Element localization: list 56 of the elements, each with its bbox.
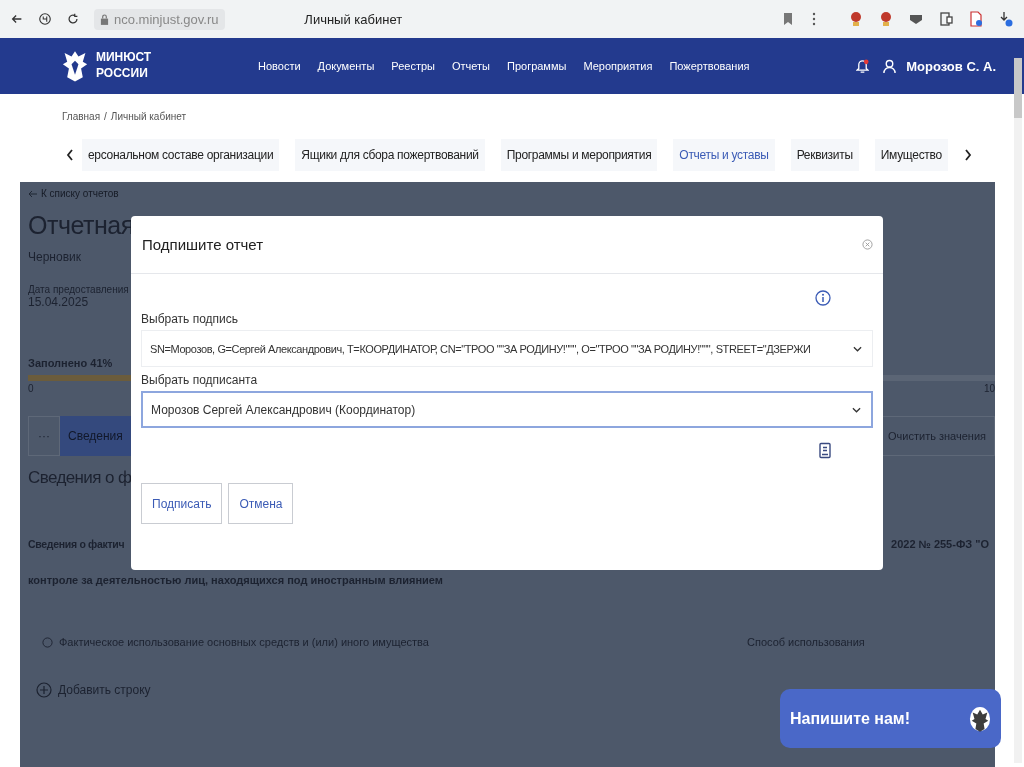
reload-icon[interactable] (66, 12, 80, 26)
chat-button[interactable]: Напишите нам! (780, 689, 1001, 748)
bell-icon[interactable] (856, 58, 870, 74)
info-icon[interactable] (815, 290, 831, 306)
section-tab[interactable]: Отчеты и уставы (673, 139, 775, 171)
field-label: Выбрать подписанта (141, 373, 259, 387)
section-heading: Сведения о ф (28, 468, 132, 488)
nav-link[interactable]: Реестры (391, 60, 435, 72)
emblem-icon (969, 705, 991, 732)
dialog-button[interactable]: Отмена (228, 483, 294, 524)
description-text: Сведения о фактич (28, 538, 125, 550)
download-icon[interactable] (998, 11, 1014, 27)
logo-text: МИНЮСТ (96, 50, 152, 66)
breadcrumb-link[interactable]: Личный кабинет (110, 111, 187, 128)
chevron-right-icon[interactable] (963, 149, 972, 161)
extension-icon[interactable] (878, 11, 894, 27)
chevron-left-icon[interactable] (66, 149, 74, 161)
caret-icon (853, 345, 862, 352)
nav-link[interactable]: Новости (258, 60, 301, 72)
progress-label: Заполнено 41% (28, 357, 113, 369)
dialog-button[interactable]: Подписать (141, 483, 223, 524)
date-value: 15.04.2025 (28, 295, 89, 309)
field-label: Выбрать подпись (141, 312, 240, 326)
user-icon[interactable] (883, 58, 897, 74)
nav-link[interactable]: Документы (317, 60, 375, 72)
description-text: контроле за деятельностью лиц, находящихся под иностранным влиянием (28, 574, 444, 586)
status-text: Черновик (28, 250, 81, 264)
extension-icon[interactable] (938, 11, 954, 27)
plus-icon (36, 682, 52, 698)
date-label: Дата предоставления (28, 284, 129, 295)
select-field[interactable]: Морозов Сергей Александрович (Координатор) (141, 391, 873, 428)
user-name[interactable]: Морозов С. А. (906, 58, 996, 74)
section-tab[interactable]: ерсональном составе организации (82, 139, 280, 171)
select-field[interactable]: SN=Морозов, G=Сергей Александрович, T=КООРДИНАТОР, CN="ТРОО ""ЗА РОДИНУ!""", O="ТРОО ""ЗА РОДИНУ!""", STREET="ДЗЕРЖИ (141, 330, 873, 367)
section-tab[interactable]: Реквизиты (790, 139, 859, 171)
section-tab[interactable]: Имущество (874, 139, 948, 171)
report-title: Отчетная (28, 211, 134, 240)
pdf-icon[interactable] (968, 11, 984, 27)
lock-icon (100, 13, 109, 25)
bookmark-icon[interactable] (782, 12, 794, 26)
nav-link[interactable]: Отчеты (451, 60, 490, 72)
nav-link[interactable]: Мероприятия (583, 60, 653, 72)
document-icon[interactable] (819, 442, 831, 459)
nav-link[interactable]: Пожертвования (669, 60, 750, 72)
section-tab[interactable]: Ящики для сбора пожертвований (295, 139, 485, 171)
breadcrumb-separator: / (104, 111, 107, 124)
breadcrumb-link[interactable]: Главная (62, 111, 101, 128)
caret-icon (852, 406, 861, 413)
dialog-title: Подпишите отчет (142, 236, 264, 253)
back-icon[interactable] (10, 12, 24, 26)
page-title: Личный кабинет (303, 11, 404, 27)
nav-link[interactable]: Программы (507, 60, 567, 72)
section-tab[interactable]: Программы и мероприятия (500, 139, 658, 171)
extension-icon[interactable] (848, 11, 864, 27)
logo-text: РОССИИ (96, 66, 149, 82)
description-text: 2022 № 255-ФЗ "О (891, 538, 989, 550)
